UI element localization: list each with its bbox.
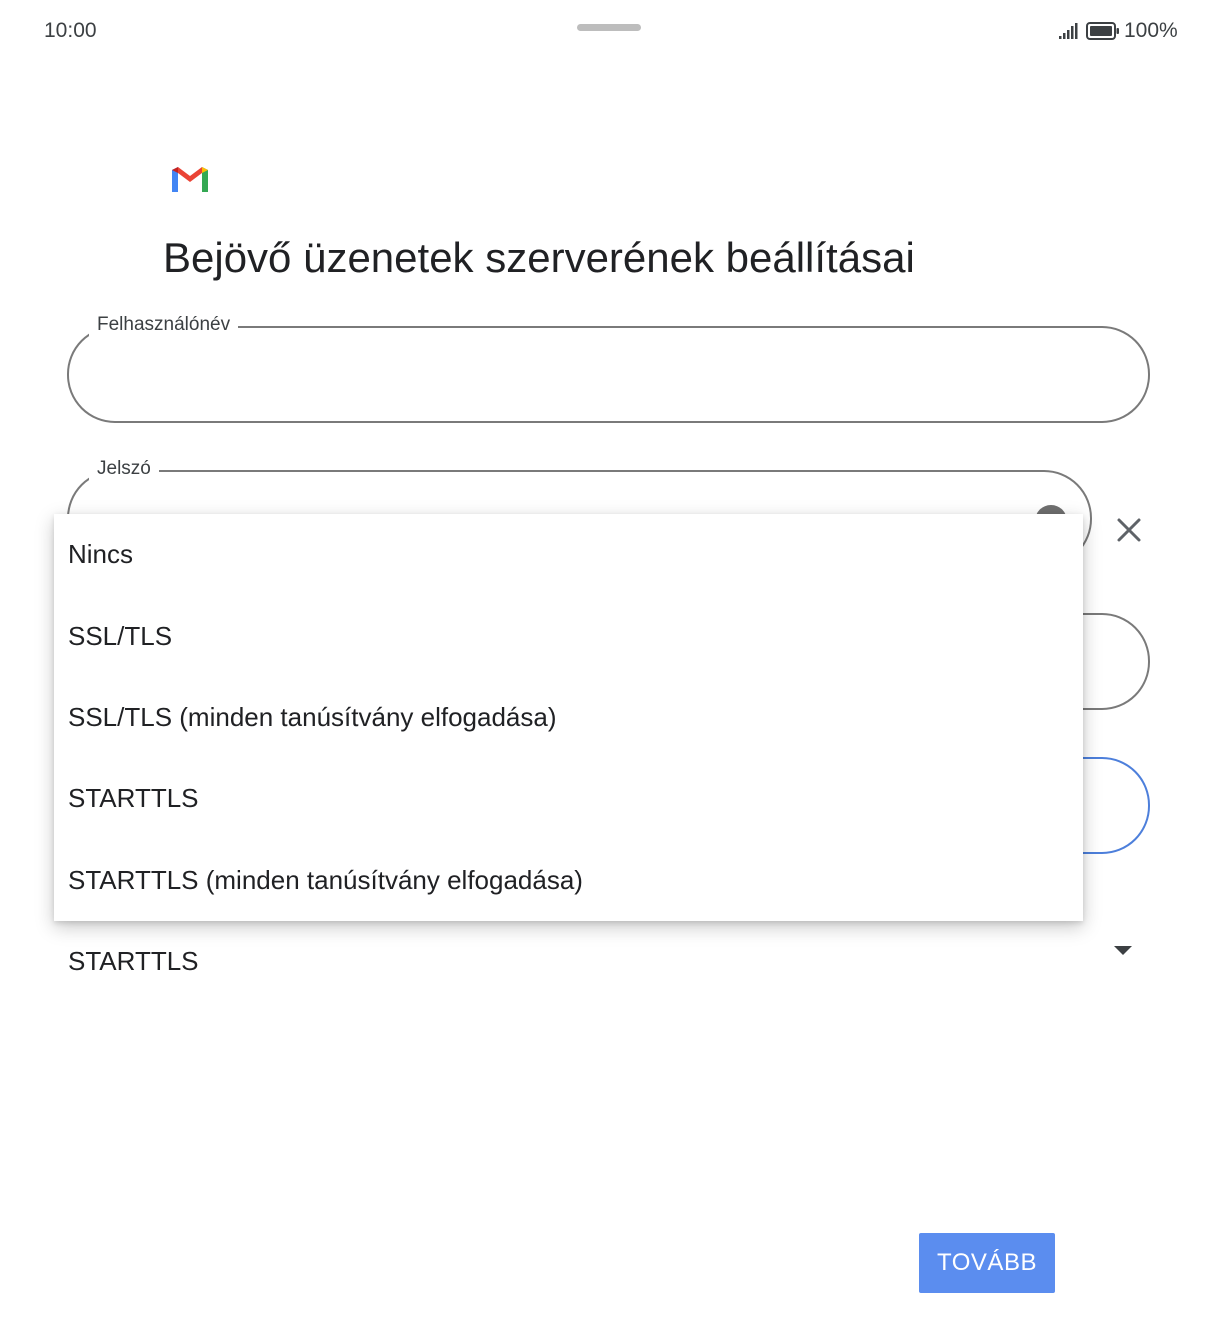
username-label: Felhasználónév: [89, 314, 239, 336]
security-type-select[interactable]: STARTTLS: [68, 946, 199, 977]
gmail-logo-icon: [172, 167, 208, 192]
drag-handle[interactable]: [577, 24, 641, 31]
battery-percent: 100%: [1124, 19, 1178, 42]
menu-option-ssl-tls[interactable]: SSL/TLS: [54, 595, 1083, 676]
dropdown-arrow-icon[interactable]: [1114, 946, 1132, 956]
password-label: Jelszó: [89, 458, 159, 480]
next-button[interactable]: TOVÁBB: [919, 1233, 1055, 1293]
menu-option-starttls-accept-all[interactable]: STARTTLS (minden tanúsítvány elfogadása): [54, 840, 1083, 921]
username-field[interactable]: Felhasználónév: [67, 314, 1150, 423]
status-time: 10:00: [44, 19, 97, 42]
menu-option-ssl-tls-accept-all[interactable]: SSL/TLS (minden tanúsítvány elfogadása): [54, 677, 1083, 758]
signal-icon: [1059, 23, 1078, 39]
status-bar: 10:00 100%: [0, 0, 1218, 64]
security-type-dropdown-menu: Nincs SSL/TLS SSL/TLS (minden tanúsítván…: [54, 514, 1083, 921]
battery-icon: [1086, 22, 1119, 40]
page-title: Bejövő üzenetek szerverének beállításai: [163, 234, 915, 281]
close-icon[interactable]: [1113, 514, 1145, 546]
menu-option-starttls[interactable]: STARTTLS: [54, 758, 1083, 839]
menu-option-nincs[interactable]: Nincs: [54, 514, 1083, 595]
